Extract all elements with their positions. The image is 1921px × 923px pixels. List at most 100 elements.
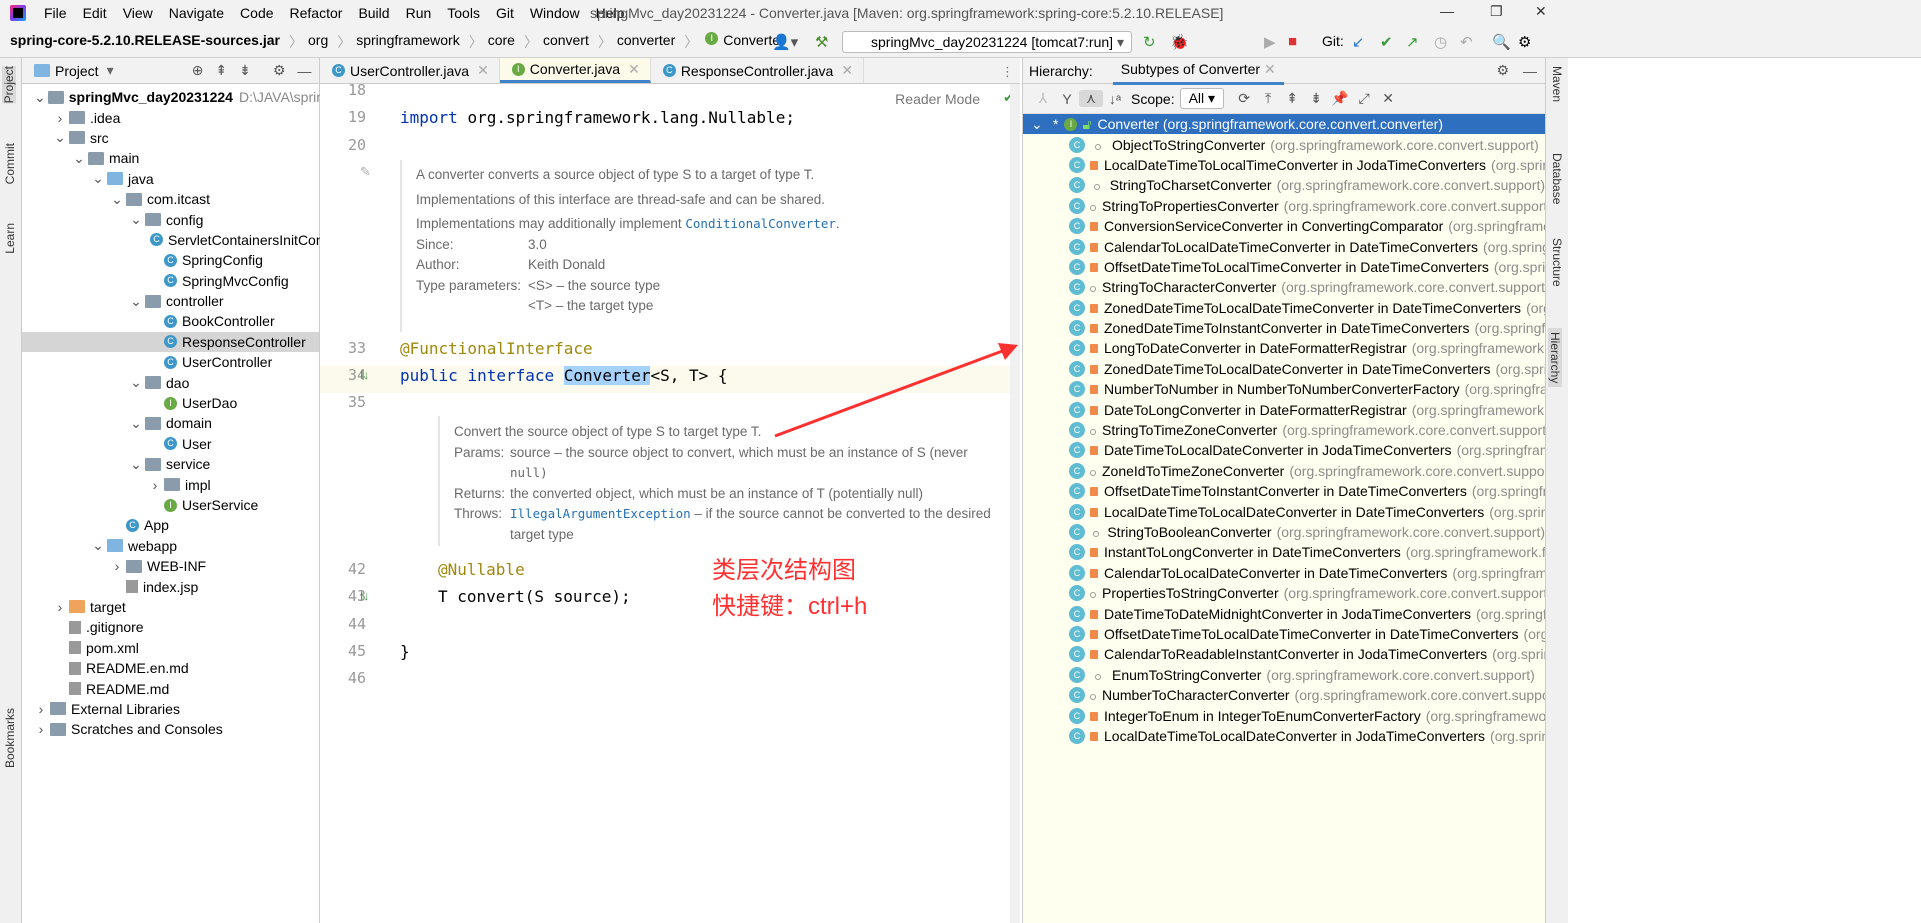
supertypes-hierarchy-icon[interactable]: ⅄ xyxy=(1031,90,1055,107)
open-in-window-icon[interactable]: ⤢ xyxy=(1352,90,1376,107)
tab-usercontroller[interactable]: C UserController.java ✕ xyxy=(320,58,500,83)
hierarchy-item[interactable]: C OffsetDateTimeToLocalDateTimeConverter … xyxy=(1023,624,1545,644)
tree-item[interactable]: ⌄ webapp xyxy=(22,536,319,556)
run-icon[interactable]: ▶ xyxy=(1264,33,1276,51)
tree-item[interactable]: › impl xyxy=(22,474,319,494)
hide-panel-icon[interactable]: — xyxy=(297,63,311,79)
tree-item[interactable]: C ResponseController xyxy=(22,331,319,353)
tree-item[interactable]: ⌄ java xyxy=(22,169,319,189)
tree-item[interactable]: index.jsp xyxy=(22,576,319,596)
tree-item[interactable]: C SpringMvcConfig xyxy=(22,271,319,291)
user-icon[interactable]: 👤▾ xyxy=(772,33,798,51)
hierarchy-item[interactable]: C ZoneIdToTimeZoneConverter (org.springfra… xyxy=(1023,461,1545,481)
maximize-button[interactable]: ❐ xyxy=(1490,3,1503,20)
tree-item[interactable]: ⌄ com.itcast xyxy=(22,189,319,209)
chevron-down-icon[interactable]: ⌄ xyxy=(91,537,105,554)
tree-item[interactable]: C SpringConfig xyxy=(22,250,319,270)
chevron-right-icon[interactable]: › xyxy=(148,477,162,493)
chevron-down-icon[interactable]: ⌄ xyxy=(72,150,86,167)
conditional-converter-link[interactable]: ConditionalConverter xyxy=(685,216,836,231)
collapse-all-icon[interactable]: ⇟ xyxy=(239,62,251,79)
chevron-right-icon[interactable]: › xyxy=(53,599,67,615)
hierarchy-item[interactable]: C DateToLongConverter in DateFormatterReg… xyxy=(1023,399,1545,419)
hierarchy-root-item[interactable]: ⌄ * I 🔓︎ Converter (org.springframework.c… xyxy=(1023,114,1545,135)
tree-item[interactable]: ⌄ controller xyxy=(22,291,319,311)
chevron-right-icon[interactable]: › xyxy=(53,110,67,126)
run-configuration-select[interactable]: springMvc_day20231224 [tomcat7:run] ▾ xyxy=(842,31,1132,53)
chevron-down-icon[interactable]: ⌄ xyxy=(129,374,143,391)
chevron-down-icon[interactable]: ⌄ xyxy=(34,89,46,106)
hierarchy-item[interactable]: C ZonedDateTimeToLocalDateTimeConverter i… xyxy=(1023,298,1545,318)
hierarchy-item[interactable]: C CalendarToReadableInstantConverter in J… xyxy=(1023,644,1545,664)
tool-tab-project[interactable]: Project xyxy=(2,66,16,104)
tree-item[interactable]: › WEB-INF xyxy=(22,556,319,576)
menu-window[interactable]: Window xyxy=(522,5,588,21)
tree-item[interactable]: pom.xml xyxy=(22,638,319,658)
hierarchy-item[interactable]: C DateTimeToLocalDateConverter in JodaTim… xyxy=(1023,440,1545,460)
git-rollback-icon[interactable]: ↶ xyxy=(1460,33,1473,51)
tree-item[interactable]: ⌄ service xyxy=(22,454,319,474)
tree-item[interactable]: ⌄ dao xyxy=(22,372,319,392)
menu-code[interactable]: Code xyxy=(232,5,281,21)
git-commit-icon[interactable]: ✔ xyxy=(1380,33,1393,51)
hierarchy-item[interactable]: C InstantToLongConverter in DateTimeConve… xyxy=(1023,542,1545,562)
tree-item[interactable]: ⌄ domain xyxy=(22,413,319,433)
debug-icon[interactable]: 🐞 xyxy=(1170,33,1189,51)
hierarchy-item[interactable]: C StringToCharsetConverter (org.springfram… xyxy=(1023,175,1545,195)
expand-all-icon[interactable]: ⇞ xyxy=(215,62,227,79)
chevron-down-icon[interactable]: ⌄ xyxy=(129,456,143,473)
tree-item[interactable]: C App xyxy=(22,515,319,535)
type-hierarchy-icon[interactable]: Y xyxy=(1055,91,1079,107)
breadcrumb-item[interactable]: org xyxy=(308,32,328,52)
close-icon[interactable]: ✕ xyxy=(1376,90,1400,107)
chevron-right-icon[interactable]: › xyxy=(110,558,124,574)
reader-mode-button[interactable]: Reader Mode xyxy=(895,91,980,107)
git-history-icon[interactable]: ◷ xyxy=(1434,33,1447,51)
editor-content[interactable]: Reader Mode ✔ 18 19 20 33 34 35 42 43 44… xyxy=(320,81,1020,923)
menu-navigate[interactable]: Navigate xyxy=(161,5,232,21)
hierarchy-item[interactable]: C DateTimeToDateMidnightConverter in Joda… xyxy=(1023,603,1545,623)
close-tab-icon[interactable]: ✕ xyxy=(628,61,640,78)
tool-tab-hierarchy[interactable]: Hierarchy xyxy=(1548,328,1562,388)
tree-item[interactable]: ⌄springMvc_day20231224D:\JAVA\springMvc_… xyxy=(22,87,450,107)
tree-item[interactable]: I UserDao xyxy=(22,393,319,413)
search-icon[interactable]: 🔍 xyxy=(1492,33,1511,51)
tree-item[interactable]: › External Libraries xyxy=(22,699,319,719)
hierarchy-item[interactable]: C LocalDateTimeToLocalDateConverter in Jo… xyxy=(1023,726,1545,746)
hierarchy-item[interactable]: C CalendarToLocalDateConverter in DateTim… xyxy=(1023,563,1545,583)
tab-subtypes-of-converter[interactable]: Subtypes of Converter ✕ xyxy=(1112,57,1284,85)
menu-file[interactable]: File xyxy=(36,5,75,21)
tab-converter[interactable]: I Converter.java ✕ xyxy=(499,58,651,83)
hide-panel-icon[interactable]: — xyxy=(1523,63,1537,79)
collapse-all-icon[interactable]: ⇟ xyxy=(1304,90,1328,107)
implemented-gutter-icon[interactable]: I↓ xyxy=(360,589,369,603)
tree-item[interactable]: README.en.md xyxy=(22,658,319,678)
menu-refactor[interactable]: Refactor xyxy=(282,5,351,21)
hierarchy-item[interactable]: C StringToCharacterConverter (org.springfr… xyxy=(1023,277,1545,297)
chevron-down-icon[interactable]: ⌄ xyxy=(129,415,143,432)
tree-item[interactable]: ⌄ main xyxy=(22,148,319,168)
hierarchy-item[interactable]: C ZonedDateTimeToLocalDateConverter in Da… xyxy=(1023,359,1545,379)
chevron-down-icon[interactable]: ⌄ xyxy=(110,191,124,208)
tree-item[interactable]: › Scratches and Consoles xyxy=(22,719,319,739)
hierarchy-item[interactable]: C ZonedDateTimeToInstantConverter in Date… xyxy=(1023,318,1545,338)
breadcrumb-item[interactable]: core xyxy=(488,32,515,52)
tree-item[interactable]: ⌄ config xyxy=(22,209,319,229)
chevron-right-icon[interactable]: › xyxy=(34,701,48,717)
chevron-down-icon[interactable]: ⌄ xyxy=(129,293,143,310)
subtypes-hierarchy-icon[interactable]: ⋏ xyxy=(1079,90,1103,107)
hierarchy-item[interactable]: C OffsetDateTimeToInstantConverter in Dat… xyxy=(1023,481,1545,501)
more-tabs-icon[interactable]: ⋮ xyxy=(1001,64,1014,80)
hierarchy-item[interactable]: C StringToTimeZoneConverter (org.springfra… xyxy=(1023,420,1545,440)
tree-item[interactable]: C UserController xyxy=(22,352,319,372)
breadcrumb-item[interactable]: springframework xyxy=(356,32,459,52)
refresh-icon[interactable]: ⟳ xyxy=(1232,90,1256,107)
export-icon[interactable]: ⤒ xyxy=(1256,90,1280,107)
scope-select[interactable]: All ▾ xyxy=(1179,88,1225,109)
git-push-icon[interactable]: ↗ xyxy=(1406,33,1419,51)
expand-all-icon[interactable]: ⇞ xyxy=(1280,90,1304,107)
menu-build[interactable]: Build xyxy=(350,5,397,21)
tree-item[interactable]: README.md xyxy=(22,678,319,698)
hierarchy-item[interactable]: C StringToPropertiesConverter (org.springf… xyxy=(1023,196,1545,216)
hierarchy-item[interactable]: C NumberToCharacterConverter (org.springfr… xyxy=(1023,685,1545,705)
